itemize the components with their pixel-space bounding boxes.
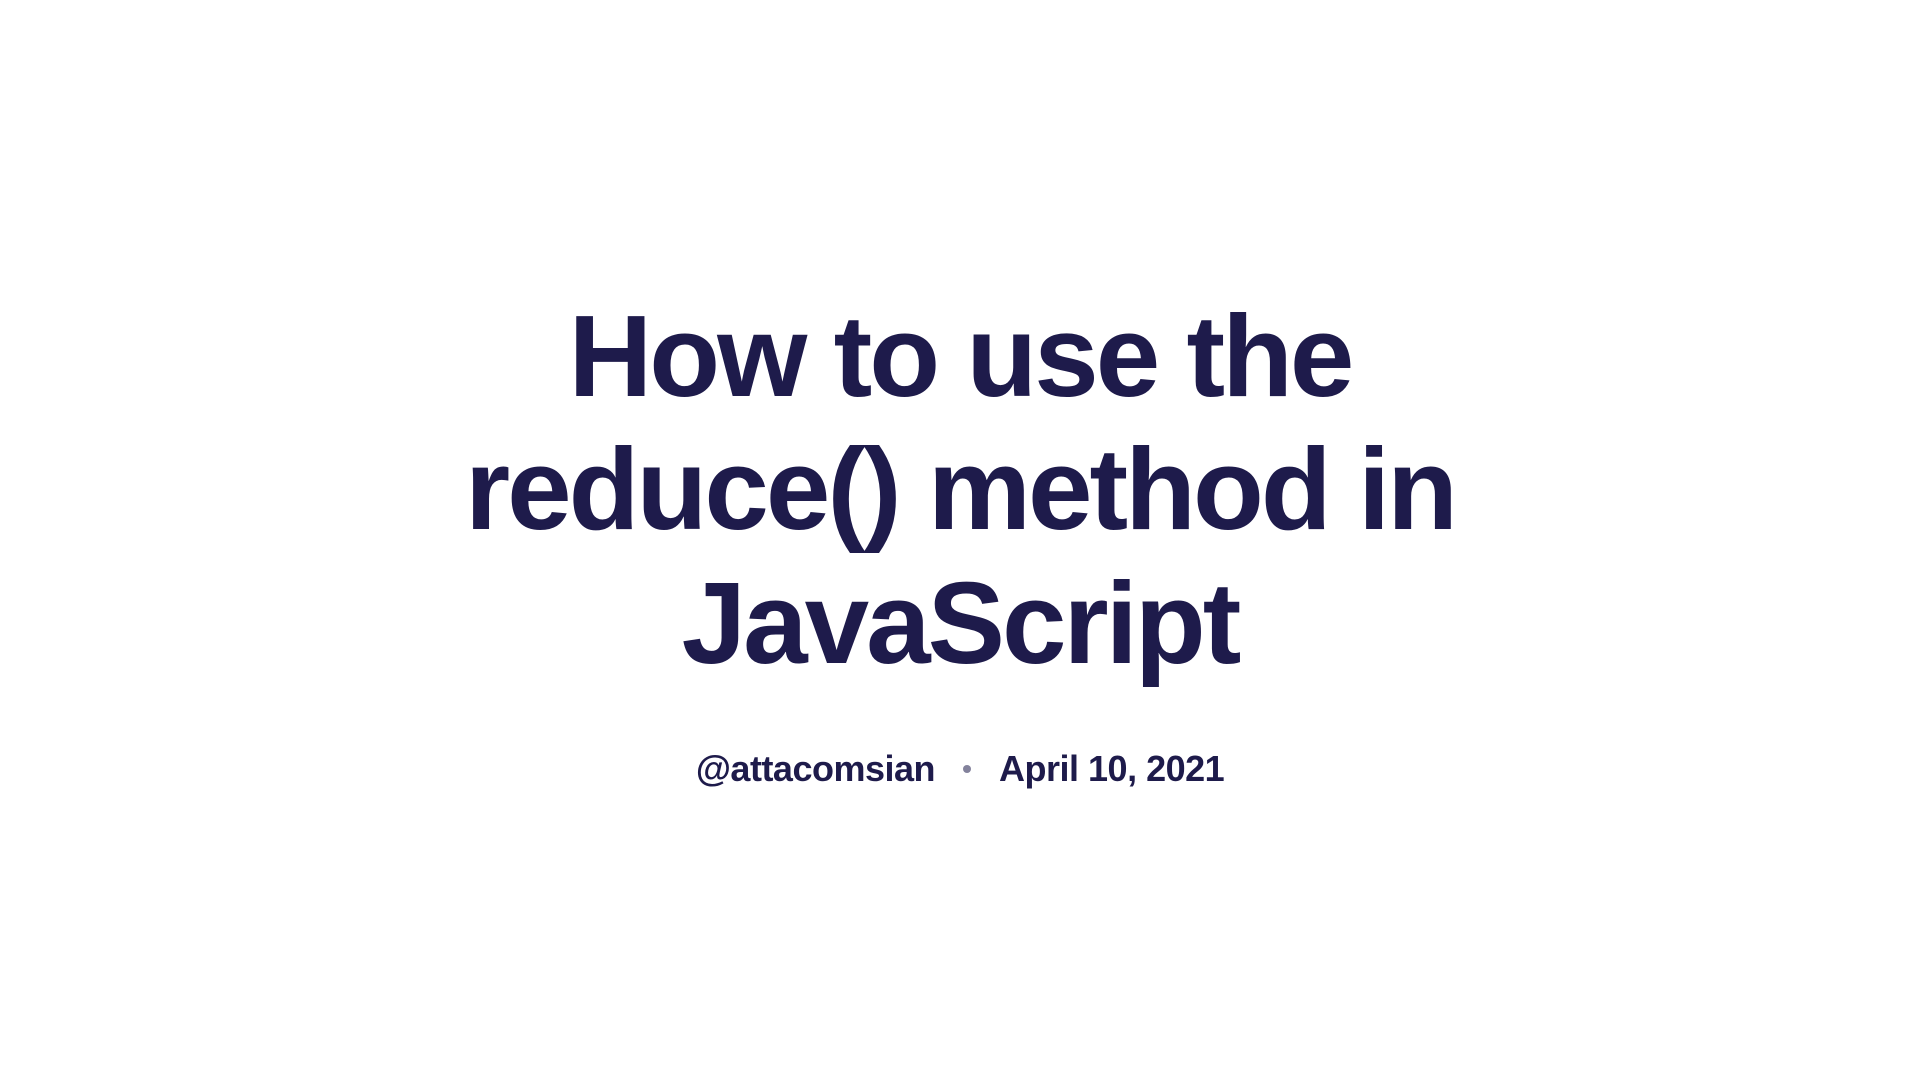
article-meta: @attacomsian April 10, 2021	[696, 748, 1224, 790]
publish-date: April 10, 2021	[999, 748, 1224, 790]
article-title: How to use the reduce() method in JavaSc…	[410, 290, 1510, 690]
separator-dot-icon	[963, 765, 971, 773]
author-handle[interactable]: @attacomsian	[696, 748, 935, 790]
